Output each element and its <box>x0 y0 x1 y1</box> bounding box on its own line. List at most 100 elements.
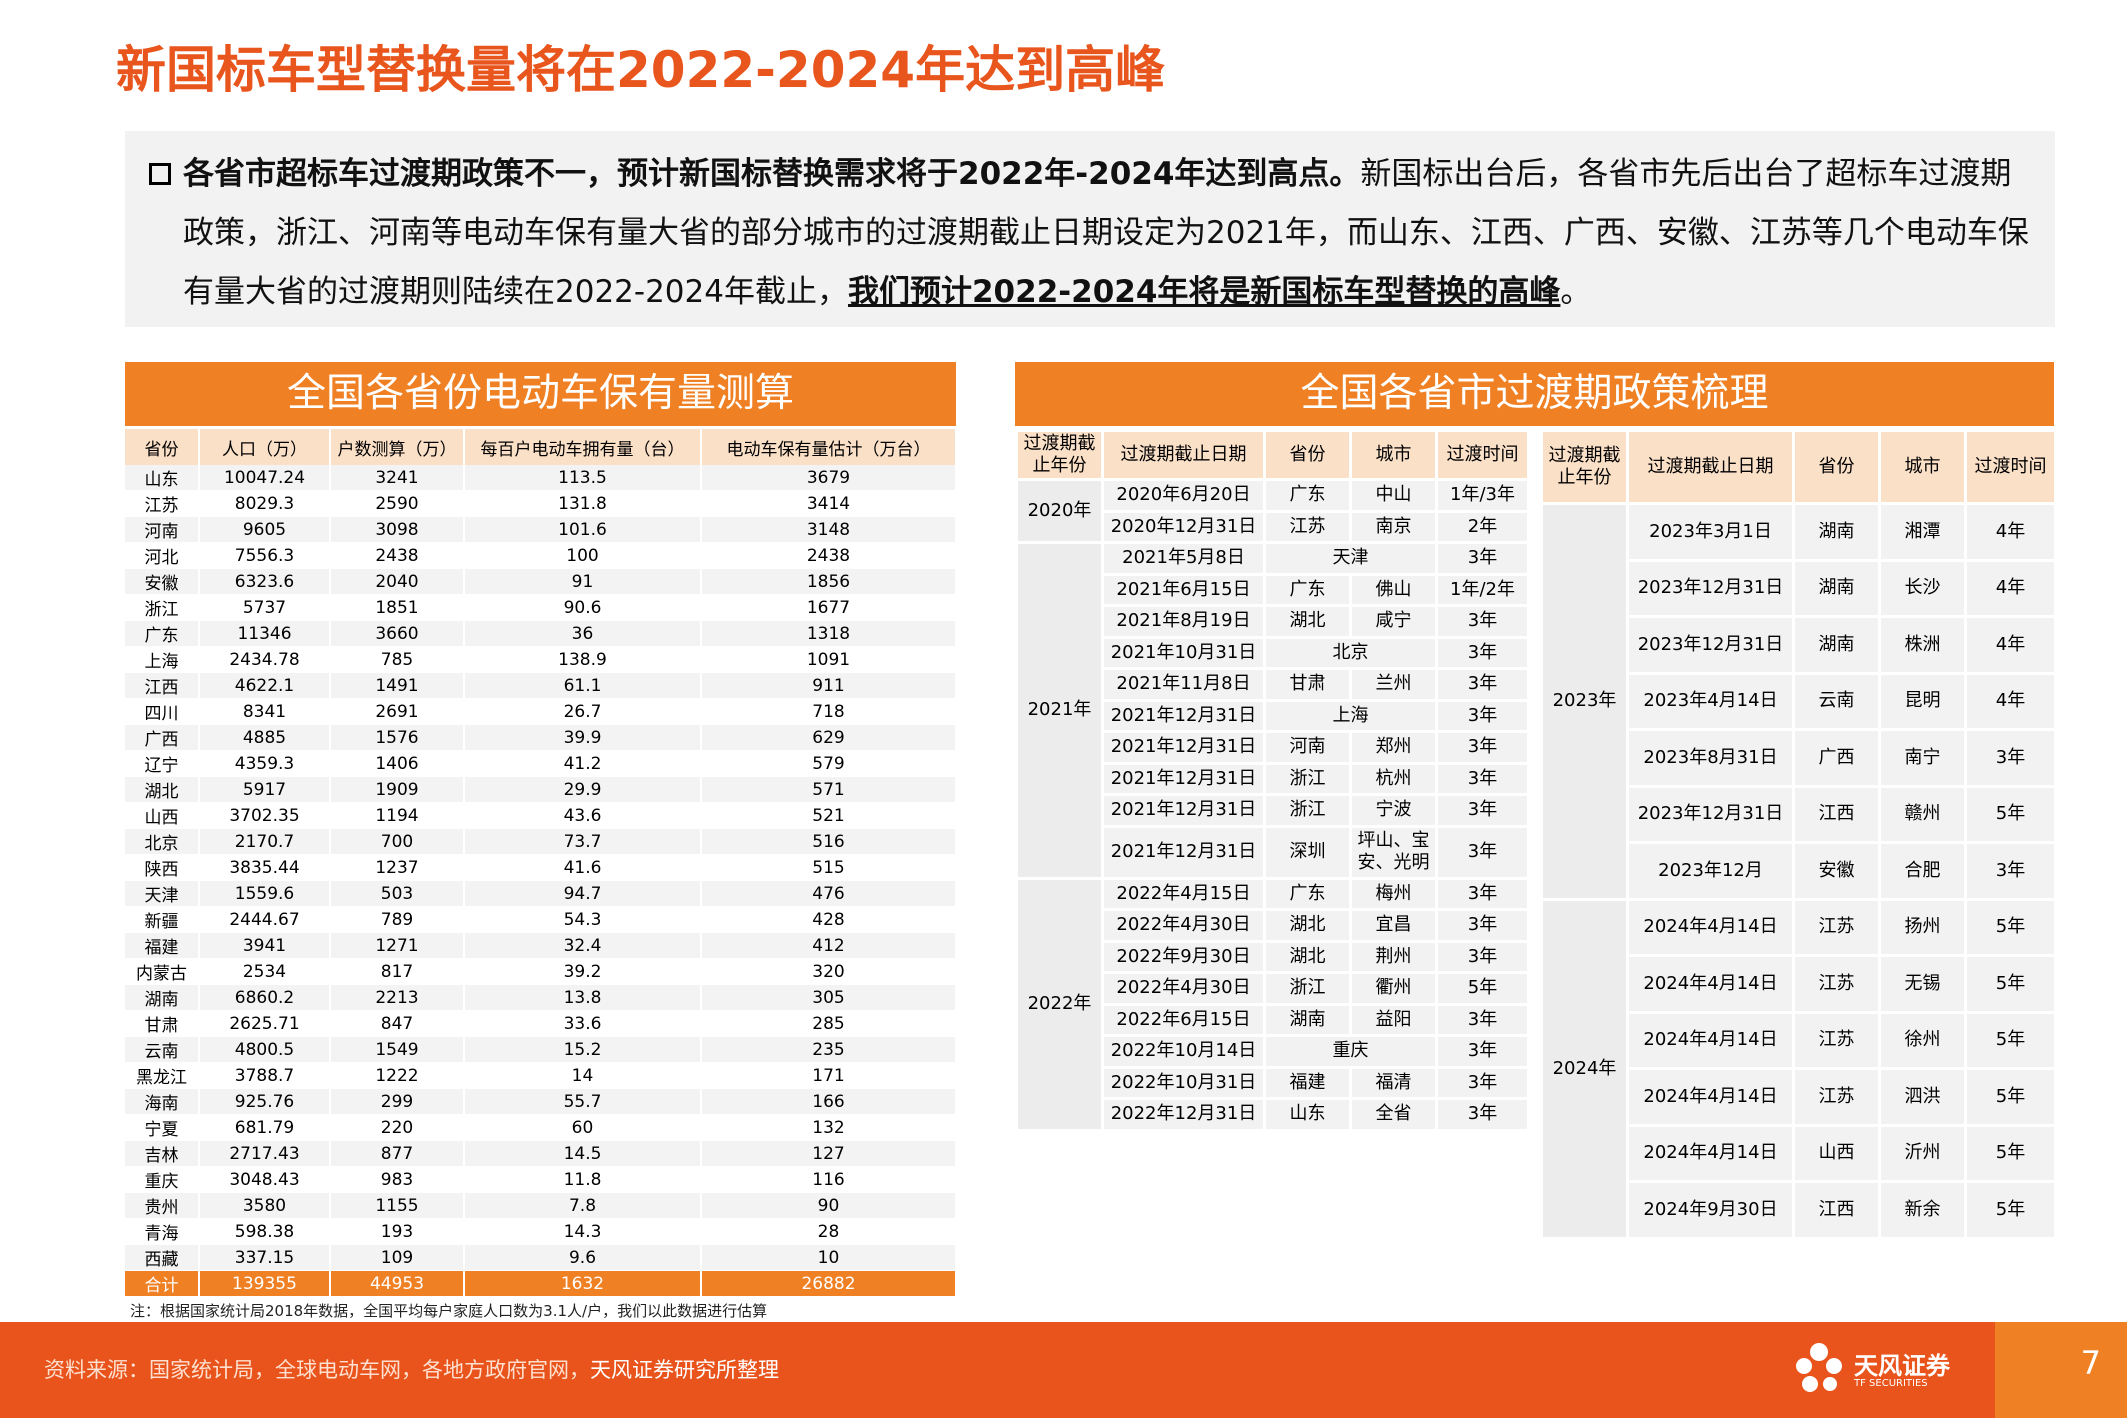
value-cell: 61.1 <box>464 672 702 699</box>
col-header: 过渡期截止年份 <box>1015 429 1104 481</box>
table-row: 云南 4800.5 1549 15.2 235 <box>125 1036 957 1063</box>
date-cell: 2022年12月31日 <box>1101 1097 1266 1132</box>
col-header: 电动车保有量估计（万台） <box>701 429 957 465</box>
value-cell: 681.79 <box>199 1114 331 1141</box>
value-cell: 127 <box>701 1140 957 1167</box>
value-cell: 428 <box>701 906 957 933</box>
source-strong: 天风证券研究所整理 <box>590 1358 779 1382</box>
province-cell: 江苏 <box>1792 1067 1881 1127</box>
city-cell: 宜昌 <box>1349 908 1438 943</box>
value-cell: 1155 <box>330 1192 465 1219</box>
duration-cell: 3年 <box>1435 908 1530 943</box>
city-cell: 长沙 <box>1878 558 1967 618</box>
table-row: 甘肃 2625.71 847 33.6 285 <box>125 1010 957 1037</box>
date-cell: 2022年9月30日 <box>1101 939 1266 974</box>
city-cell: 无锡 <box>1878 954 1967 1014</box>
value-cell: 8029.3 <box>199 490 331 517</box>
date-cell: 2021年12月31日 <box>1101 698 1266 733</box>
intro-box: 各省市超标车过渡期政策不一，预计新国标替换需求将于2022年-2024年达到高点… <box>125 131 2055 327</box>
date-cell: 2024年4月14日 <box>1626 1123 1795 1183</box>
value-cell: 166 <box>701 1088 957 1115</box>
date-cell: 2024年4月14日 <box>1626 1010 1795 1070</box>
value-cell: 36 <box>464 620 702 647</box>
value-cell: 2040 <box>330 568 465 595</box>
date-cell: 2021年12月31日 <box>1101 793 1266 828</box>
table-row: 黑龙江 3788.7 1222 14 171 <box>125 1062 957 1089</box>
province-cell: 深圳 <box>1263 824 1352 880</box>
value-cell: 515 <box>701 854 957 881</box>
province-cell: 云南 <box>125 1036 200 1063</box>
policy-row: 2022年 2022年4月15日 广东 梅州 3年 <box>1015 876 1530 1132</box>
value-cell: 39.2 <box>464 958 702 985</box>
value-cell: 2434.78 <box>199 646 331 673</box>
province-cell: 新疆 <box>125 906 200 933</box>
duration-cell: 4年 <box>1964 671 2057 731</box>
duration-cell: 3年 <box>1435 824 1530 880</box>
value-cell: 2444.67 <box>199 906 331 933</box>
total-cell: 139355 <box>199 1270 331 1296</box>
duration-cell: 5年 <box>1964 1067 2057 1127</box>
value-cell: 33.6 <box>464 1010 702 1037</box>
province-cell: 山西 <box>125 802 200 829</box>
value-cell: 925.76 <box>199 1088 331 1115</box>
date-cell: 2022年4月30日 <box>1101 971 1266 1006</box>
value-cell: 320 <box>701 958 957 985</box>
value-cell: 2438 <box>701 542 957 569</box>
date-cell: 2022年10月31日 <box>1101 1065 1266 1100</box>
value-cell: 54.3 <box>464 906 702 933</box>
duration-cell: 3年 <box>1435 1034 1530 1069</box>
value-cell: 700 <box>330 828 465 855</box>
city-cell: 南宁 <box>1878 728 1967 788</box>
province-cell: 海南 <box>125 1088 200 1115</box>
col-header: 人口（万） <box>199 429 331 465</box>
province-cell: 陕西 <box>125 854 200 881</box>
table-row: 陕西 3835.44 1237 41.6 515 <box>125 854 957 881</box>
intro-text: 各省市超标车过渡期政策不一，预计新国标替换需求将于2022年-2024年达到高点… <box>183 145 2038 322</box>
value-cell: 1909 <box>330 776 465 803</box>
province-cell: 河北 <box>125 542 200 569</box>
city-cell: 益阳 <box>1349 1002 1438 1037</box>
province-cell: 湖南 <box>1792 615 1881 675</box>
value-cell: 90 <box>701 1192 957 1219</box>
duration-cell: 3年 <box>1435 667 1530 702</box>
date-cell: 2023年12月31日 <box>1626 615 1795 675</box>
value-cell: 847 <box>330 1010 465 1037</box>
province-cell: 湖北 <box>1263 939 1352 974</box>
flower-logo-icon <box>1796 1343 1842 1392</box>
value-cell: 3660 <box>330 620 465 647</box>
policy-table-left: 过渡期截止年份 过渡期截止日期 省份 城市 过渡时间 2020年 2020年6月2… <box>1015 429 1530 1132</box>
total-cell: 合计 <box>125 1270 200 1296</box>
duration-cell: 3年 <box>1435 939 1530 974</box>
duration-cell: 3年 <box>1435 1002 1530 1037</box>
value-cell: 1222 <box>330 1062 465 1089</box>
value-cell: 305 <box>701 984 957 1011</box>
value-cell: 1194 <box>330 802 465 829</box>
logo-name: 天风证券 <box>1854 1352 1950 1380</box>
value-cell: 412 <box>701 932 957 959</box>
province-cell: 江西 <box>1792 1180 1881 1240</box>
table-row: 安徽 6323.6 2040 91 1856 <box>125 568 957 595</box>
province-cell: 江苏 <box>125 490 200 517</box>
date-cell: 2021年12月31日 <box>1101 824 1266 880</box>
province-cell: 江西 <box>125 672 200 699</box>
value-cell: 1856 <box>701 568 957 595</box>
value-cell: 9605 <box>199 516 331 543</box>
value-cell: 299 <box>330 1088 465 1115</box>
page-number-box: 7 <box>1995 1322 2127 1418</box>
col-header: 省份 <box>1792 429 1881 505</box>
col-header: 每百户电动车拥有量（台） <box>464 429 702 465</box>
value-cell: 516 <box>701 828 957 855</box>
value-cell: 789 <box>330 906 465 933</box>
city-cell: 徐州 <box>1878 1010 1967 1070</box>
date-cell: 2021年10月31日 <box>1101 635 1266 670</box>
value-cell: 1559.6 <box>199 880 331 907</box>
table-row: 辽宁 4359.3 1406 41.2 579 <box>125 750 957 777</box>
value-cell: 4800.5 <box>199 1036 331 1063</box>
value-cell: 5737 <box>199 594 331 621</box>
value-cell: 39.9 <box>464 724 702 751</box>
city-cell: 荆州 <box>1349 939 1438 974</box>
value-cell: 476 <box>701 880 957 907</box>
duration-cell: 4年 <box>1964 502 2057 562</box>
value-cell: 4359.3 <box>199 750 331 777</box>
value-cell: 171 <box>701 1062 957 1089</box>
